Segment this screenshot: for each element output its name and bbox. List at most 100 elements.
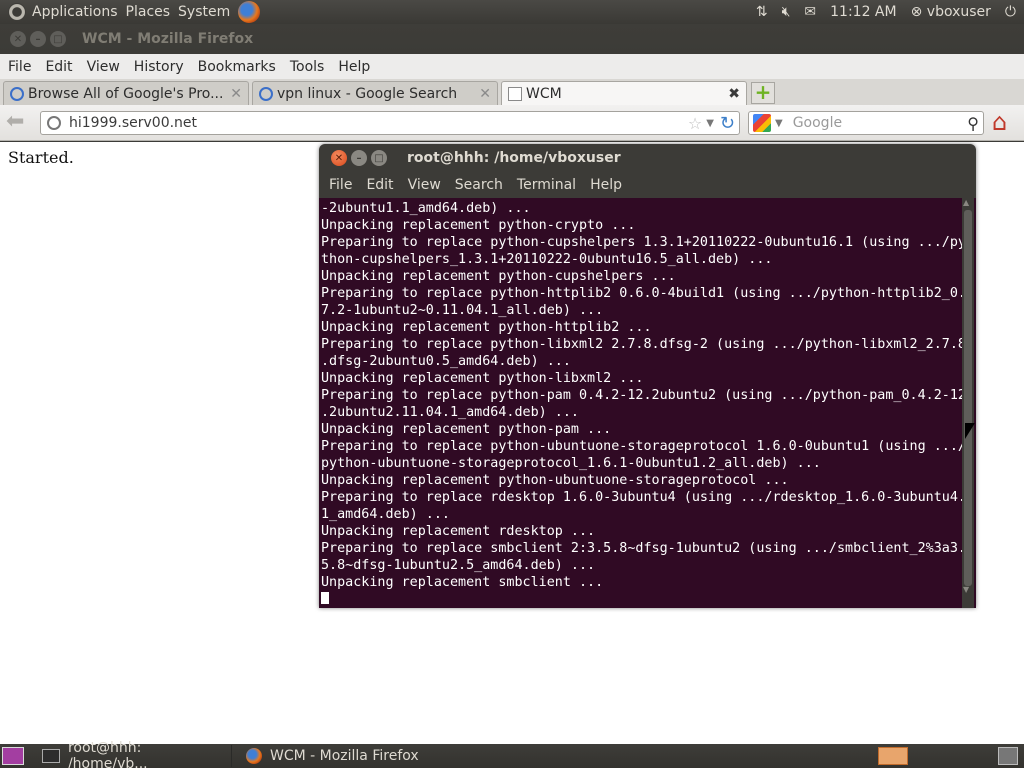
applications-menu[interactable]: Applications	[0, 3, 120, 21]
terminal-menu-help[interactable]: Help	[590, 177, 622, 193]
tab-google-products[interactable]: Browse All of Google's Pro... ✕	[3, 81, 249, 105]
terminal-minimize-button[interactable]: –	[351, 150, 367, 166]
top-panel: Applications Places System ⇅ 🔇︎ ✉ 11:12 …	[0, 0, 1024, 24]
site-identity-icon[interactable]	[47, 116, 61, 130]
tab-close-icon[interactable]: ✖	[728, 86, 740, 102]
google-favicon-icon	[259, 86, 273, 101]
volume-muted-icon[interactable]: 🔇︎	[782, 4, 791, 20]
terminal-body[interactable]: -2ubuntu1.1_amd64.deb) ... Unpacking repl…	[319, 198, 976, 608]
terminal-titlebar[interactable]: ✕ – □ root@hhh: /home/vboxuser	[319, 144, 976, 172]
google-engine-icon[interactable]	[753, 114, 771, 132]
tab-label: WCM	[526, 85, 562, 102]
power-icon[interactable]: ⏻	[1005, 4, 1016, 20]
terminal-line: Unpacking replacement python-cupshelpers…	[321, 269, 676, 284]
new-tab-button[interactable]: +	[751, 82, 775, 104]
terminal-close-button[interactable]: ✕	[331, 150, 347, 166]
search-engine-dropdown-icon[interactable]: ▼	[775, 118, 783, 129]
search-input[interactable]: Google	[793, 115, 968, 131]
menu-history[interactable]: History	[134, 59, 184, 75]
places-menu[interactable]: Places	[120, 4, 173, 20]
system-menu[interactable]: System	[172, 4, 232, 20]
terminal-line: .2ubuntu2.11.04.1_amd64.deb) ...	[321, 405, 579, 420]
tab-close-icon[interactable]: ✕	[479, 86, 491, 102]
url-dropdown-icon[interactable]: ▼	[706, 118, 714, 129]
terminal-line: Preparing to replace python-cupshelpers …	[321, 235, 963, 250]
firefox-launcher-icon[interactable]	[238, 1, 261, 23]
clock[interactable]: 11:12 AM	[830, 4, 896, 20]
menu-edit[interactable]: Edit	[45, 59, 72, 75]
tab-strip: Browse All of Google's Pro... ✕ vpn linu…	[0, 79, 1024, 105]
navigation-toolbar: ⬅ hi1999.serv00.net ☆ ▼ ↻ ▼ Google ⚲ ⌂	[0, 105, 1024, 141]
trash-icon[interactable]	[998, 747, 1018, 765]
tab-label: vpn linux - Google Search	[277, 85, 458, 102]
tab-vpn-linux[interactable]: vpn linux - Google Search ✕	[252, 81, 498, 105]
terminal-menu-edit[interactable]: Edit	[366, 177, 393, 193]
user-menu[interactable]: ⊗ vboxuser	[911, 4, 991, 20]
terminal-line: Preparing to replace python-httplib2 0.6…	[321, 286, 963, 301]
tab-label: Browse All of Google's Pro...	[28, 85, 224, 102]
browser-window-title: WCM - Mozilla Firefox	[82, 31, 254, 47]
terminal-line: Unpacking replacement python-crypto ...	[321, 218, 636, 233]
menu-tools[interactable]: Tools	[290, 59, 325, 75]
window-minimize-button[interactable]: –	[30, 31, 46, 47]
search-bar[interactable]: ▼ Google ⚲	[748, 111, 984, 135]
menu-file[interactable]: File	[8, 59, 31, 75]
system-menu-label: System	[178, 4, 231, 20]
terminal-output[interactable]: -2ubuntu1.1_amd64.deb) ... Unpacking repl…	[321, 200, 963, 604]
scroll-up-icon[interactable]: ▲	[963, 198, 969, 207]
menu-help[interactable]: Help	[338, 59, 370, 75]
show-desktop-button[interactable]	[2, 747, 24, 765]
terminal-menu-search[interactable]: Search	[455, 177, 503, 193]
places-menu-label: Places	[125, 4, 171, 20]
search-icon[interactable]: ⚲	[967, 114, 979, 133]
terminal-title: root@hhh: /home/vboxuser	[407, 150, 621, 166]
terminal-line: 7.2-1ubuntu2~0.11.04.1_all.deb) ...	[321, 303, 604, 318]
firefox-icon	[246, 748, 262, 764]
taskbar-firefox[interactable]: WCM - Mozilla Firefox	[240, 745, 450, 767]
terminal-line: Unpacking replacement rdesktop ...	[321, 524, 596, 539]
mail-icon[interactable]: ✉	[804, 4, 816, 20]
bookmark-star-icon[interactable]: ☆	[688, 114, 702, 133]
terminal-maximize-button[interactable]: □	[371, 150, 387, 166]
menu-bookmarks[interactable]: Bookmarks	[198, 59, 276, 75]
terminal-menubar: File Edit View Search Terminal Help	[319, 172, 976, 198]
browser-titlebar: ✕ – □ WCM - Mozilla Firefox	[0, 24, 1024, 54]
scroll-down-icon[interactable]: ▼	[963, 585, 969, 594]
terminal-line: Preparing to replace smbclient 2:3.5.8~d…	[321, 541, 963, 556]
terminal-menu-file[interactable]: File	[329, 177, 352, 193]
reload-icon[interactable]: ↻	[720, 113, 735, 134]
terminal-scrollbar[interactable]: ▲ ▼	[962, 198, 974, 608]
window-maximize-button[interactable]: □	[50, 31, 66, 47]
menu-view[interactable]: View	[87, 59, 120, 75]
terminal-line: python-ubuntuone-storageprotocol_1.6.1-0…	[321, 456, 821, 471]
network-icon[interactable]: ⇅	[756, 4, 768, 20]
url-text[interactable]: hi1999.serv00.net	[69, 115, 688, 131]
taskbar-firefox-label: WCM - Mozilla Firefox	[270, 748, 419, 764]
terminal-menu-view[interactable]: View	[408, 177, 441, 193]
browser-menubar: File Edit View History Bookmarks Tools H…	[0, 54, 1024, 79]
taskbar-terminal[interactable]: root@hhh: /home/vb...	[36, 740, 232, 768]
workspace-switcher[interactable]	[878, 747, 908, 765]
google-favicon-icon	[10, 86, 24, 101]
back-arrow-icon[interactable]: ⬅	[6, 110, 30, 135]
terminal-line: Unpacking replacement python-httplib2 ..…	[321, 320, 652, 335]
taskbar-terminal-label: root@hhh: /home/vb...	[67, 740, 148, 768]
terminal-line: .dfsg-2ubuntu0.5_amd64.deb) ...	[321, 354, 571, 369]
url-bar[interactable]: hi1999.serv00.net ☆ ▼ ↻	[40, 111, 740, 135]
page-body-text: Started.	[8, 148, 74, 167]
window-close-button[interactable]: ✕	[10, 31, 26, 47]
terminal-line: Preparing to replace python-ubuntuone-st…	[321, 439, 963, 454]
tab-close-icon[interactable]: ✕	[230, 86, 242, 102]
terminal-icon	[42, 749, 60, 763]
bottom-panel: root@hhh: /home/vb... WCM - Mozilla Fire…	[0, 740, 1024, 768]
terminal-line: Unpacking replacement smbclient ...	[321, 575, 604, 590]
user-icon: ⊗	[910, 4, 923, 20]
home-icon[interactable]: ⌂	[992, 110, 1018, 136]
terminal-menu-terminal[interactable]: Terminal	[517, 177, 576, 193]
terminal-line: Preparing to replace python-pam 0.4.2-12…	[321, 388, 963, 403]
terminal-line: thon-cupshelpers_1.3.1+20110222-0ubuntu1…	[321, 252, 773, 267]
terminal-window[interactable]: ✕ – □ root@hhh: /home/vboxuser File Edit…	[319, 144, 976, 608]
scrollbar-thumb[interactable]	[964, 210, 972, 586]
terminal-line: 5.8~dfsg-1ubuntu2.5_amd64.deb) ...	[321, 558, 596, 573]
tab-wcm[interactable]: WCM ✖	[501, 81, 747, 105]
